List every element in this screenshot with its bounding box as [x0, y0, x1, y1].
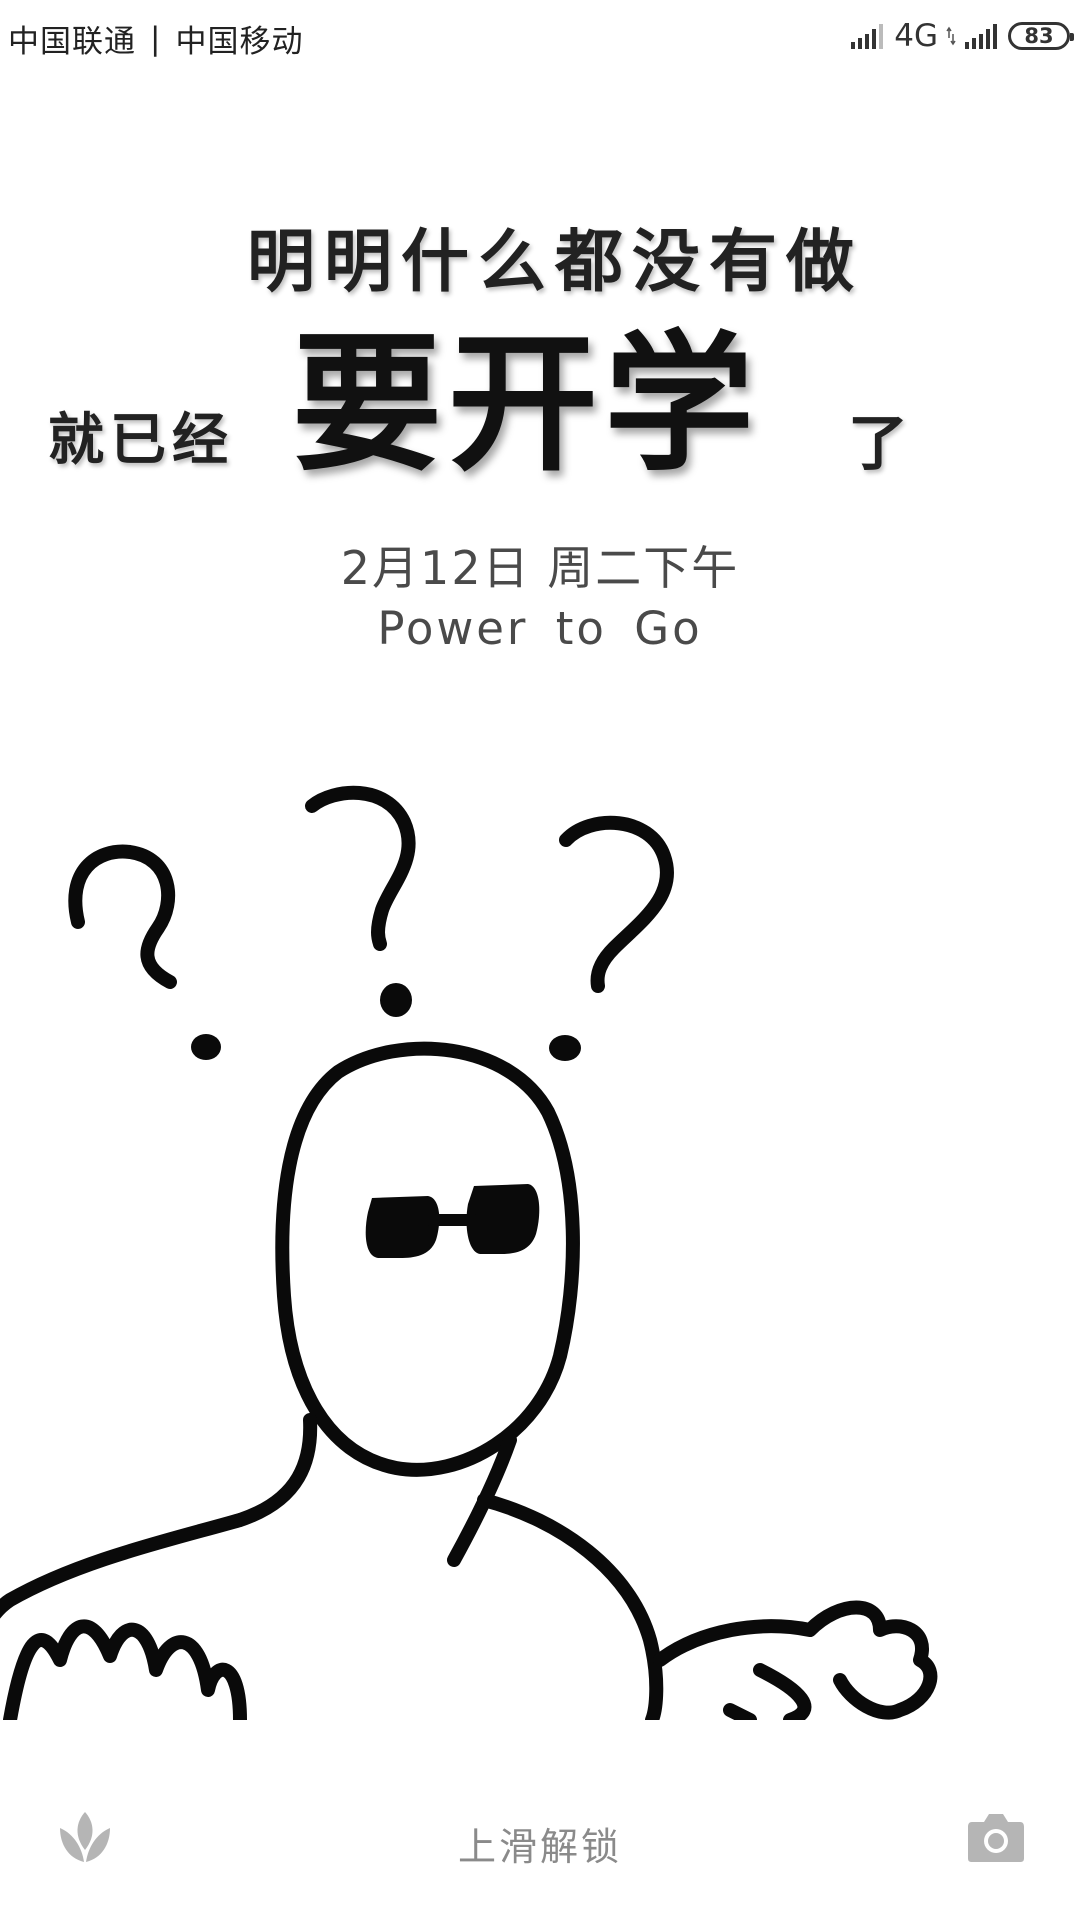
question-mark-middle [305, 785, 416, 951]
carrier-info: 中国联通 | 中国移动 [8, 16, 303, 61]
figure-head [275, 1041, 580, 1477]
bottom-bar: 上滑解锁 [0, 1780, 1080, 1900]
figure-left-hand [3, 1619, 247, 1720]
headline-main: 要开学 [292, 318, 761, 492]
slogan-text: Power to Go [377, 602, 703, 655]
headline-prefix: 就已经 [48, 408, 234, 473]
date-display: 2月12日 周二下午 [340, 541, 740, 595]
carrier-separator: | [150, 20, 162, 57]
signal-bars-icon [851, 24, 884, 49]
battery-level: 83 [1024, 24, 1054, 48]
sunglasses-left-lens [365, 1196, 440, 1258]
question-dot-middle [380, 983, 412, 1017]
confused-figure-illustration [0, 785, 938, 1720]
camera-icon[interactable] [966, 1810, 1026, 1864]
swipe-unlock-hint[interactable]: 上滑解锁 [0, 1816, 1080, 1871]
headline-line-2: 就已经 要开学 了 [0, 325, 1080, 505]
signal-bars-icon [965, 24, 997, 49]
question-dot-left [191, 1034, 221, 1060]
carrier-1-label: 中国联通 [8, 24, 136, 60]
carrier-2-label: 中国移动 [175, 24, 304, 60]
question-dot-right [549, 1035, 581, 1061]
sunglasses-bridge [426, 1214, 478, 1226]
figure-right-hand [653, 1600, 938, 1720]
question-mark-right [559, 815, 674, 993]
headline-line-1: 明明什么都没有做 [246, 223, 863, 302]
headline-suffix: 了 [848, 409, 908, 479]
question-mark-left [68, 844, 177, 989]
status-bar: 中国联通 | 中国移动 4G 83 [0, 0, 1080, 80]
battery-indicator: 83 [1008, 22, 1074, 50]
status-indicators: 4G 83 [850, 16, 1074, 56]
network-type-label: 4G [894, 18, 938, 54]
figure-neck-left [233, 1413, 318, 1527]
data-arrows-icon [946, 26, 956, 46]
lock-screen: 中国联通 | 中国移动 4G 83 明明什么都没有做 就已经 要开学 了 2月1… [0, 0, 1080, 1920]
figure-right-shoulder [477, 1493, 664, 1720]
